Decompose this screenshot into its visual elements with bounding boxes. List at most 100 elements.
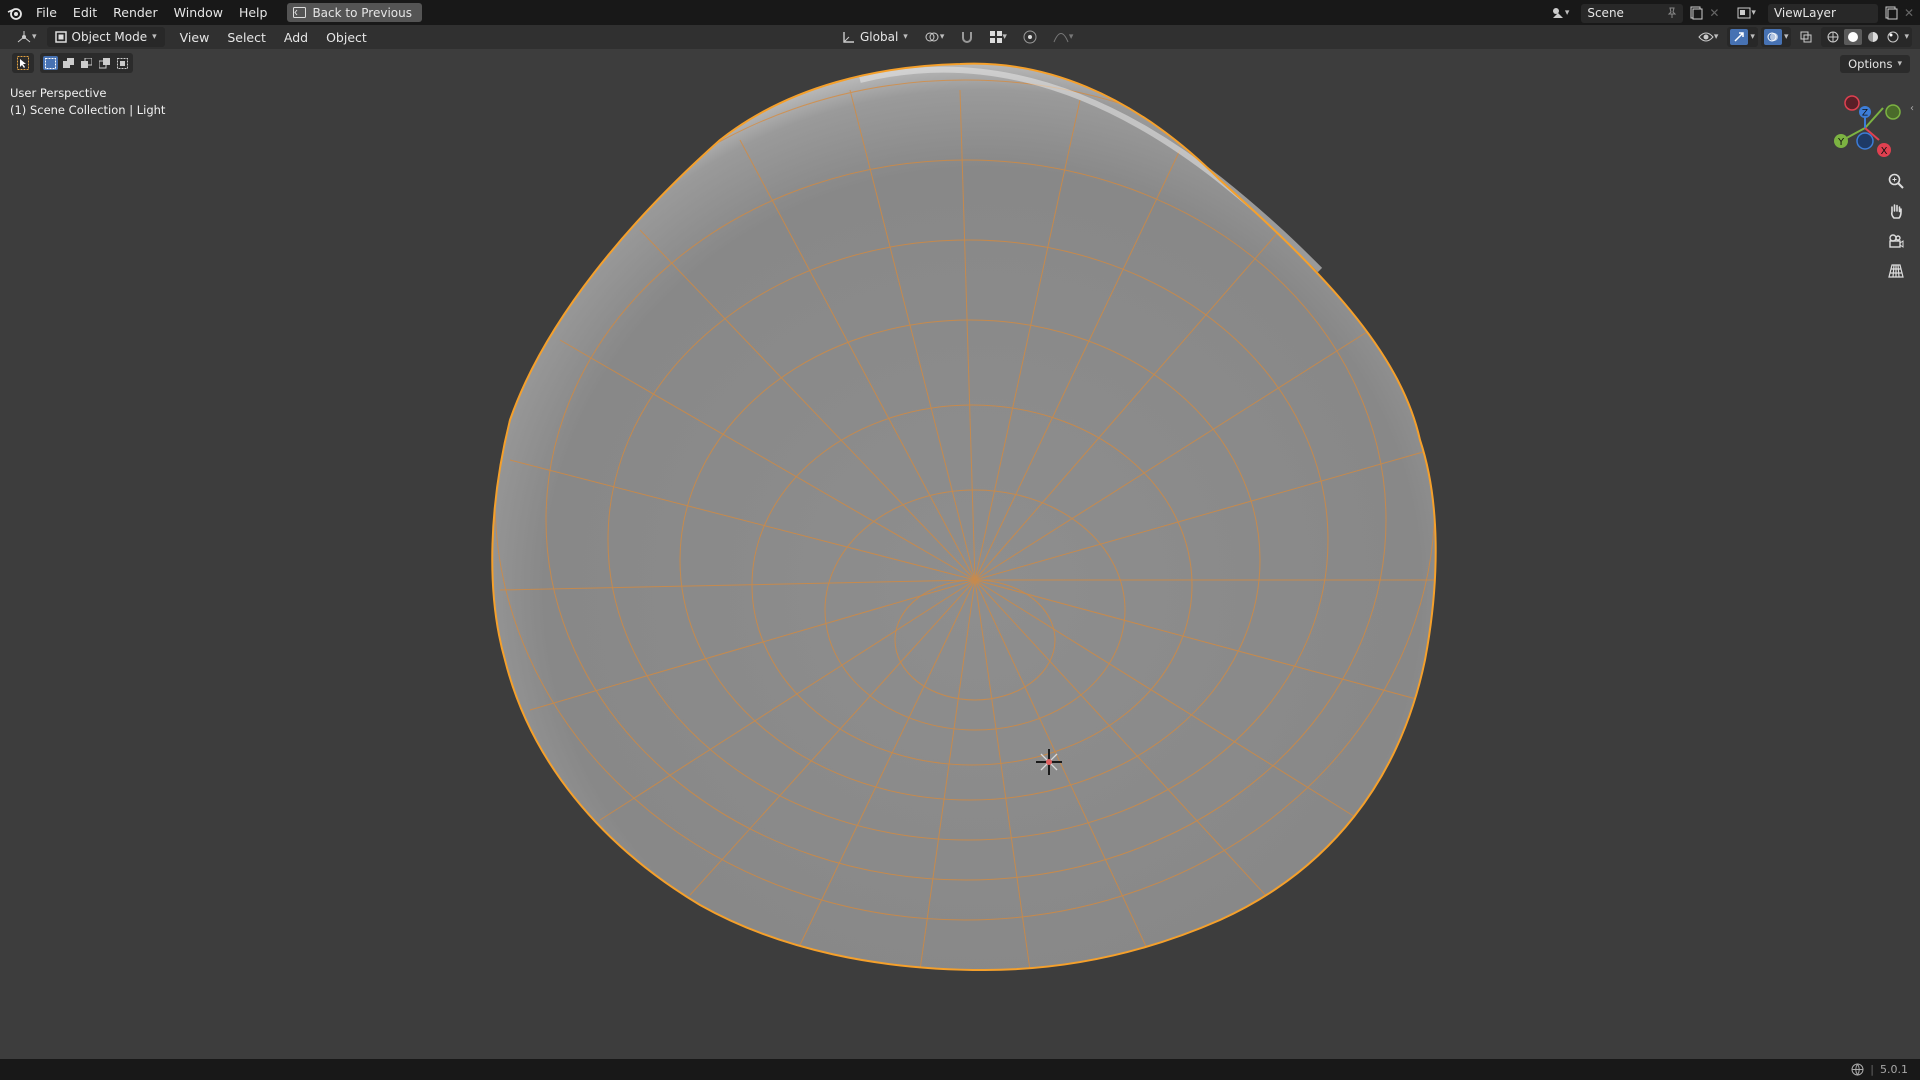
object-mode-dropdown[interactable]: Object Mode ▾: [46, 27, 165, 47]
zoom-icon: [1888, 173, 1904, 189]
menu-view[interactable]: View: [171, 30, 219, 45]
chevron-down-icon: ▾: [152, 32, 157, 42]
pivot-icon: [924, 30, 940, 44]
hand-icon: [1888, 203, 1904, 219]
network-globe-icon[interactable]: [1851, 1063, 1864, 1076]
delete-view-layer-icon[interactable]: ✕: [1904, 6, 1914, 20]
collection-label: (1) Scene Collection | Light: [10, 103, 166, 117]
proportional-falloff-dropdown[interactable]: ▾: [1047, 27, 1080, 47]
viewport-canvas[interactable]: [0, 49, 1920, 1059]
tool-settings-row: [12, 53, 133, 73]
snap-toggle[interactable]: [954, 27, 980, 47]
orientation-global-icon: [842, 31, 855, 44]
selection-mode-buttons: [40, 53, 133, 73]
gizmo-y-axis-icon[interactable]: [1885, 104, 1901, 120]
blender-logo-icon[interactable]: [2, 0, 28, 25]
pin-icon[interactable]: [1667, 7, 1677, 19]
chevron-down-icon: ▾: [903, 32, 908, 42]
menu-edit[interactable]: Edit: [65, 0, 105, 25]
zoom-view-button[interactable]: [1882, 168, 1910, 194]
select-subtract-icon[interactable]: [79, 56, 94, 70]
camera-view-button[interactable]: [1882, 228, 1910, 254]
new-scene-icon[interactable]: [1689, 6, 1703, 20]
visibility-dropdown[interactable]: ▾: [1692, 27, 1725, 47]
new-view-layer-icon[interactable]: [1884, 6, 1898, 20]
chevron-down-icon: ▾: [1002, 32, 1007, 42]
perspective-label: User Perspective: [10, 86, 107, 100]
chevron-down-icon[interactable]: ▾: [1904, 32, 1909, 42]
main-menu: File Edit Render Window Help: [28, 0, 275, 25]
material-preview-icon[interactable]: [1864, 29, 1882, 45]
viewport-display-tools: ▾ ▾ ▾ ▾: [1692, 27, 1912, 47]
proportional-editing-toggle[interactable]: [1017, 27, 1043, 47]
options-label: Options: [1848, 57, 1893, 71]
magnet-icon: [960, 30, 974, 44]
scene-icon: [1551, 7, 1565, 19]
select-invert-icon[interactable]: [97, 56, 112, 70]
shading-mode-selector[interactable]: ▾: [1821, 27, 1912, 47]
menu-file[interactable]: File: [28, 0, 65, 25]
active-tool-button[interactable]: [12, 53, 34, 73]
object-mode-label: Object Mode: [71, 30, 148, 44]
chevron-down-icon: ▾: [1713, 32, 1719, 42]
view-layer-name-field[interactable]: ViewLayer: [1767, 3, 1878, 23]
wireframe-shading-icon[interactable]: [1824, 29, 1842, 45]
transform-tools: Global ▾ ▾ ▾ ▾: [836, 27, 1079, 47]
orientation-label: Global: [860, 30, 899, 44]
menu-select[interactable]: Select: [218, 30, 275, 45]
status-divider: |: [1870, 1063, 1874, 1076]
3d-viewport-icon: [16, 30, 32, 44]
xray-toggle[interactable]: [1794, 27, 1818, 47]
selected-mesh-object[interactable]: [491, 62, 1440, 972]
topbar-right: ▾ Scene ✕ ▾ ViewLayer ✕: [1545, 3, 1914, 23]
select-new-icon[interactable]: [43, 56, 58, 70]
view-layer-selector-button[interactable]: ▾: [1731, 3, 1762, 23]
overlays-toggle[interactable]: ▾: [1760, 27, 1792, 47]
chevron-down-icon[interactable]: ▾: [1750, 32, 1755, 42]
overlays-icon[interactable]: [1763, 29, 1782, 45]
gizmo-neg-x-icon[interactable]: [1844, 95, 1860, 111]
falloff-curve-icon: [1053, 31, 1069, 43]
chevron-down-icon: ▾: [1564, 8, 1570, 18]
scene-name-field[interactable]: Scene: [1581, 3, 1684, 23]
delete-scene-icon[interactable]: ✕: [1709, 6, 1719, 20]
select-intersect-icon[interactable]: [115, 56, 130, 70]
grid-perspective-icon: [1888, 263, 1904, 279]
chevron-down-icon: ▾: [939, 32, 945, 42]
status-bar: | 5.0.1: [0, 1059, 1920, 1080]
3d-viewport[interactable]: User Perspective (1) Scene Collection | …: [0, 49, 1920, 1059]
pivot-point-dropdown[interactable]: ▾: [918, 27, 951, 47]
gizmo-toggle[interactable]: ▾: [1727, 27, 1758, 47]
rendered-shading-icon[interactable]: [1884, 29, 1902, 45]
pan-view-button[interactable]: [1882, 198, 1910, 224]
menu-render[interactable]: Render: [105, 0, 166, 25]
menu-add[interactable]: Add: [275, 30, 317, 45]
gizmo-y-label: Y: [1837, 137, 1845, 148]
chevron-down-icon: ▾: [1751, 8, 1756, 18]
object-mode-icon: [54, 31, 67, 43]
gizmo-neg-z-icon[interactable]: [1856, 132, 1874, 150]
sidebar-toggle-chevron-icon[interactable]: ‹: [1910, 103, 1914, 114]
chevron-down-icon: ▾: [1068, 32, 1074, 42]
solid-shading-icon[interactable]: [1844, 29, 1863, 45]
toggle-perspective-button[interactable]: [1882, 258, 1910, 284]
view-layer-icon: [1737, 7, 1751, 19]
options-dropdown[interactable]: Options ▾: [1840, 55, 1910, 73]
gizmo-x-label: X: [1881, 146, 1888, 157]
menu-window[interactable]: Window: [166, 0, 231, 25]
snap-target-dropdown[interactable]: ▾: [984, 27, 1013, 47]
editor-type-button[interactable]: ▾: [10, 27, 43, 47]
menu-help[interactable]: Help: [231, 0, 276, 25]
version-info: | 5.0.1: [1851, 1063, 1920, 1076]
chevron-down-icon[interactable]: ▾: [1784, 32, 1789, 42]
back-to-previous-button[interactable]: Back to Previous: [287, 3, 422, 22]
snap-grid-icon: [990, 31, 1003, 43]
viewport-header: ▾ Object Mode ▾ View Select Add Object G…: [0, 25, 1920, 49]
select-extend-icon[interactable]: [61, 56, 76, 70]
menu-object[interactable]: Object: [317, 30, 376, 45]
gizmo-icon[interactable]: [1730, 29, 1749, 45]
navigation-gizmo[interactable]: Y Z X: [1825, 88, 1905, 168]
transform-orientation-dropdown[interactable]: Global ▾: [836, 27, 914, 47]
xray-icon: [1800, 31, 1812, 43]
scene-selector-button[interactable]: ▾: [1545, 3, 1576, 23]
